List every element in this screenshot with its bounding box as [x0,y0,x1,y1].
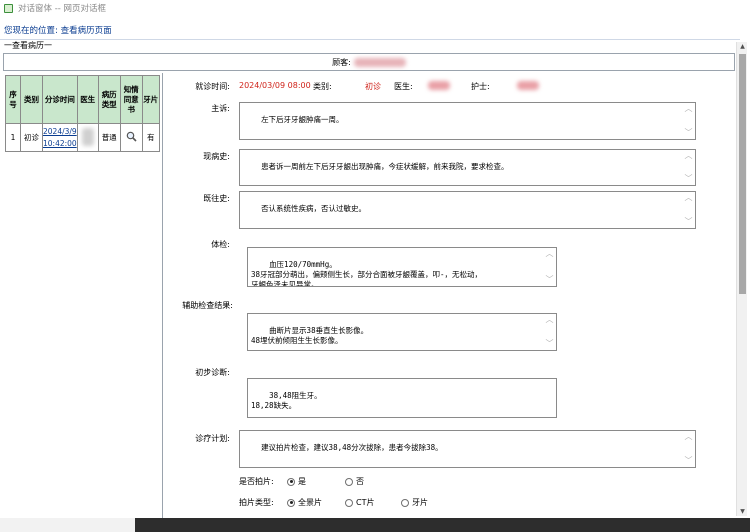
cell-record-type: 普通 [97,123,121,152]
col-header-category: 类别 [20,75,43,124]
xray-taken-no-label: 否 [356,477,364,486]
visit-list-panel: 序号 类别 分诊时间 医生 病历类型 知情同意书 牙片 1 初诊 2024/3/… [3,73,163,532]
cell-doctor [76,123,99,152]
preliminary-diagnosis-label: 初步诊断: [195,368,230,377]
present-illness-text: 患者诉一周前左下后牙牙龈出现肿痛，今症状缓解，前来我院，要求检查。 [261,162,509,171]
past-history-field[interactable]: 否认系统性疾病，否认过敏史。 ︿ ﹀ [239,191,696,229]
xray-type-panoramic-label: 全景片 [298,498,322,507]
field-scroll-arrows[interactable]: ︿ ﹀ [545,250,554,284]
patient-name-redacted [353,57,406,67]
treatment-plan-field[interactable]: 建议拍片检查，建议38,48分次拔除，患者今拔除38。 ︿ ﹀ [239,430,696,468]
col-header-consent: 知情同意书 [119,75,143,124]
chief-complaint-text: 左下后牙牙龈肿痛一周。 [261,115,344,124]
preliminary-diagnosis-text: 38,48阻生牙。 18,28缺失。 [251,391,322,410]
present-illness-label: 现病史: [203,152,230,161]
xray-type-ct-label: CT片 [356,498,375,507]
physical-exam-field[interactable]: 血压120/70mmHg。 38牙冠部分萌出，偏颊侧生长，部分合面被牙龈覆盖，叩… [247,247,557,287]
present-illness-field[interactable]: 患者诉一周前左下后牙牙龈出现肿痛，今症状缓解，前来我院，要求检查。 ︿ ﹀ [239,149,696,186]
visit-table: 序号 类别 分诊时间 医生 病历类型 知情同意书 牙片 1 初诊 2024/3/… [5,75,160,152]
treatment-plan-text: 建议拍片检查，建议38,48分次拔除，患者今拔除38。 [261,443,443,452]
xray-type-option-panoramic[interactable]: 全景片 [287,497,322,508]
xray-taken-row: 是否拍片: 是 否 [165,476,735,488]
cell-category: 初诊 [20,123,43,152]
record-detail-panel: 就诊时间: 2024/03/09 08:00 类别: 初诊 医生: 护士: 主诉… [165,73,735,532]
scroll-up-icon[interactable]: ▲ [738,43,747,50]
preliminary-diagnosis-field[interactable]: 38,48阻生牙。 18,28缺失。 [247,378,557,418]
search-icon[interactable] [126,131,137,142]
radio-no[interactable] [345,477,353,486]
nurse-label: 护士: [471,82,490,91]
cell-triage-time[interactable]: 2024/3/9 10:42:00 [42,123,78,152]
xray-type-row: 拍片类型: 全景片 CT片 牙片 [165,497,735,509]
past-history-text: 否认系统性疾病，否认过敏史。 [261,204,367,213]
table-row[interactable]: 1 初诊 2024/3/9 10:42:00 普通 有 [5,123,160,152]
xray-taken-option-no[interactable]: 否 [345,476,364,487]
aux-exam-field[interactable]: 曲断片显示38垂直生长影像。 48埋伏前倾阻生生长影像。 ︿ ﹀ [247,313,557,351]
cell-consent[interactable] [119,123,143,152]
past-history-label: 既往史: [203,194,230,203]
window-title: 对话窗体 -- 网页对话框 [18,4,107,14]
breadcrumb-text: 您现在的位置: 查看病历页面 [4,26,112,36]
col-header-triage-time: 分诊时间 [42,75,78,124]
xray-taken-option-yes[interactable]: 是 [287,476,306,487]
col-header-record-type: 病历类型 [97,75,121,124]
xray-taken-label: 是否拍片: [239,477,274,486]
xray-type-label: 拍片类型: [239,498,274,507]
section-legend: 一查看病历一 [4,41,52,50]
visit-time-label: 就诊时间: [195,82,230,91]
col-header-index: 序号 [5,75,21,124]
chief-complaint-field[interactable]: 左下后牙牙龈肿痛一周。 ︿ ﹀ [239,102,696,140]
chief-complaint-label: 主诉: [211,104,230,113]
xray-type-dental-label: 牙片 [412,498,428,507]
xray-type-option-dental[interactable]: 牙片 [401,497,428,508]
doctor-label: 医生: [394,82,413,91]
field-scroll-arrows[interactable]: ︿ ﹀ [684,194,693,226]
radio-yes[interactable] [287,477,295,486]
doctor-name-redacted [81,127,94,146]
cell-index: 1 [5,123,21,152]
patient-label: 顾客: [332,57,351,67]
field-scroll-arrows[interactable]: ︿ ﹀ [684,152,693,183]
radio-panoramic[interactable] [287,498,295,507]
breadcrumb: 您现在的位置: 查看病历页面 [0,18,740,40]
status-strip-left [0,518,135,532]
cell-xray: 有 [141,123,160,152]
vertical-scrollbar[interactable]: ▲ ▼ [736,42,747,516]
app-icon [4,3,13,13]
window-titlebar: 对话窗体 -- 网页对话框 [0,0,750,16]
visit-table-header: 序号 类别 分诊时间 医生 病历类型 知情同意书 牙片 [5,75,160,124]
visit-type-label: 类别: [313,82,332,91]
patient-bar: 顾客: [3,53,735,71]
status-strip [0,518,750,532]
physical-exam-text: 血压120/70mmHg。 38牙冠部分萌出，偏颊侧生长，部分合面被牙龈覆盖，叩… [251,260,483,287]
field-scroll-arrows[interactable]: ︿ ﹀ [684,105,693,137]
radio-ct[interactable] [345,498,353,507]
radio-dental[interactable] [401,498,409,507]
field-scroll-arrows[interactable]: ︿ ﹀ [684,433,693,465]
visit-time-value: 2024/03/09 08:00 [239,81,311,90]
physical-exam-label: 体检: [211,240,230,249]
col-header-doctor: 医生 [76,75,99,124]
xray-type-option-ct[interactable]: CT片 [345,497,374,508]
visit-info-row: 就诊时间: 2024/03/09 08:00 类别: 初诊 医生: 护士: [165,81,735,93]
aux-exam-text: 曲断片显示38垂直生长影像。 48埋伏前倾阻生生长影像。 [251,326,369,345]
field-scroll-arrows[interactable]: ︿ ﹀ [545,316,554,348]
scrollbar-thumb[interactable] [739,54,746,294]
xray-taken-yes-label: 是 [298,477,306,486]
nurse-name-redacted [517,81,539,90]
doctor-name-redacted [428,81,450,90]
visit-type-value: 初诊 [365,82,381,91]
treatment-plan-label: 诊疗计划: [195,434,230,443]
visit-time-link[interactable]: 10:42:00 [43,139,77,148]
aux-exam-label: 辅助检查结果: [182,301,233,310]
col-header-xray: 牙片 [141,75,160,124]
scroll-down-icon[interactable]: ▼ [738,508,747,515]
visit-date-link[interactable]: 2024/3/9 [43,127,77,136]
